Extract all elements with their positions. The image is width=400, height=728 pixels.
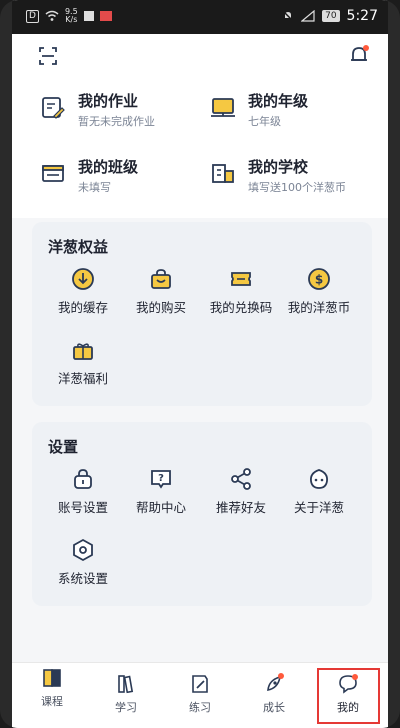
settings-title: 设置 xyxy=(48,438,79,456)
benefit-label: 洋葱福利 xyxy=(57,371,108,386)
books-icon xyxy=(118,675,134,694)
practice-icon xyxy=(192,675,208,693)
phone-frame: D 9.5 K/s 70 5:27 我的作业 暂无未完成作业 我的年级 七年级 … xyxy=(0,0,400,728)
status-left: D 9.5 K/s xyxy=(26,8,112,24)
nav-label: 学习 xyxy=(115,701,137,714)
nav-tab-course[interactable]: 课程 xyxy=(22,663,82,709)
svg-text:?: ? xyxy=(158,473,164,484)
benefits-title: 洋葱权益 xyxy=(48,238,109,256)
gift-icon xyxy=(73,343,93,360)
help-icon: ? xyxy=(151,470,171,489)
hexagon-icon xyxy=(73,538,93,562)
benefit-label: 我的购买 xyxy=(135,300,186,315)
benefit-item-redeem-code[interactable]: 我的兑换码 xyxy=(202,267,280,317)
setting-item-account[interactable]: 账号设置 xyxy=(44,467,122,517)
setting-label: 关于洋葱 xyxy=(293,500,344,515)
network-speed: 9.5 K/s xyxy=(64,7,78,24)
setting-label: 推荐好友 xyxy=(215,500,266,515)
benefit-label: 我的洋葱币 xyxy=(287,300,351,315)
status-bar: D 9.5 K/s 70 5:27 xyxy=(12,0,388,34)
setting-item-about[interactable]: 关于洋葱 xyxy=(280,467,358,517)
top-bar xyxy=(12,34,388,78)
clock: 5:27 xyxy=(346,8,378,24)
quick-link-school[interactable]: 我的学校 填写送100个洋葱币 xyxy=(210,156,380,206)
nav-label: 课程 xyxy=(41,695,63,708)
quick-link-title: 我的作业 xyxy=(78,92,139,110)
quick-link-title: 我的班级 xyxy=(78,158,139,176)
nav-tab-practice[interactable]: 练习 xyxy=(170,669,230,715)
setting-item-refer[interactable]: 推荐好友 xyxy=(202,467,280,517)
benefit-item-purchases[interactable]: 我的购买 xyxy=(122,267,200,317)
benefit-label: 我的缓存 xyxy=(57,300,108,315)
mute-icon xyxy=(282,10,294,22)
coin-icon: $ xyxy=(308,268,330,290)
quick-link-subtitle: 七年级 xyxy=(248,115,281,128)
selected-tab-highlight xyxy=(317,668,380,724)
screen: D 9.5 K/s 70 5:27 我的作业 暂无未完成作业 我的年级 七年级 … xyxy=(12,0,388,728)
setting-label: 系统设置 xyxy=(57,571,108,586)
school-icon xyxy=(212,164,234,183)
grade-icon xyxy=(211,98,235,117)
rocket-icon xyxy=(267,673,284,691)
signal-icon xyxy=(301,10,315,22)
class-icon xyxy=(42,165,64,182)
status-right: 70 5:27 xyxy=(282,8,378,24)
quick-link-subtitle: 未填写 xyxy=(78,181,111,194)
quick-links: 我的作业 暂无未完成作业 我的年级 七年级 我的班级 未填写 我的学校 填写送1… xyxy=(12,78,388,218)
quick-link-class[interactable]: 我的班级 未填写 xyxy=(40,156,210,206)
app-notification-icon xyxy=(99,11,112,21)
wifi-icon xyxy=(45,10,59,21)
setting-item-help[interactable]: ? 帮助中心 xyxy=(122,467,200,517)
sim-badge: D xyxy=(26,9,39,23)
benefit-item-coins[interactable]: $ 我的洋葱币 xyxy=(280,267,358,317)
shopping-bag-icon xyxy=(151,269,171,289)
setting-label: 账号设置 xyxy=(57,500,108,515)
setting-item-system[interactable]: 系统设置 xyxy=(44,538,122,588)
profile-main: 我的作业 暂无未完成作业 我的年级 七年级 我的班级 未填写 我的学校 填写送1… xyxy=(12,78,388,606)
nav-label: 练习 xyxy=(189,701,211,714)
benefits-card: 洋葱权益 我的缓存 我的购买 我的兑换码 $ 我的洋葱币 洋葱福利 xyxy=(32,222,372,406)
settings-card: 设置 账号设置 ? 帮助中心 推荐好友 关于洋葱 系统设置 xyxy=(32,422,372,606)
nav-label: 成长 xyxy=(263,701,285,714)
setting-label: 帮助中心 xyxy=(135,500,186,515)
quick-link-grade[interactable]: 我的年级 七年级 xyxy=(210,90,380,140)
quick-link-subtitle: 暂无未完成作业 xyxy=(78,115,155,128)
svg-text:$: $ xyxy=(315,273,323,287)
book-icon xyxy=(43,669,61,687)
benefit-item-welfare[interactable]: 洋葱福利 xyxy=(44,338,122,388)
lock-icon xyxy=(74,469,92,489)
scan-icon[interactable] xyxy=(38,46,58,66)
nav-tab-study[interactable]: 学习 xyxy=(96,669,156,715)
onion-icon xyxy=(310,469,328,489)
battery-indicator: 70 xyxy=(322,10,340,22)
ticket-icon xyxy=(231,272,251,286)
nav-tab-growth[interactable]: 成长 xyxy=(244,669,304,715)
notification-square-icon xyxy=(83,11,94,21)
quick-link-homework[interactable]: 我的作业 暂无未完成作业 xyxy=(40,90,210,140)
homework-icon xyxy=(42,97,65,119)
bell-icon[interactable] xyxy=(348,44,370,66)
download-icon xyxy=(72,268,94,290)
quick-link-title: 我的年级 xyxy=(248,92,309,110)
quick-link-title: 我的学校 xyxy=(248,158,309,176)
benefit-label: 我的兑换码 xyxy=(209,300,273,315)
share-icon xyxy=(231,468,251,490)
quick-link-subtitle: 填写送100个洋葱币 xyxy=(248,181,346,194)
benefit-item-cache[interactable]: 我的缓存 xyxy=(44,267,122,317)
